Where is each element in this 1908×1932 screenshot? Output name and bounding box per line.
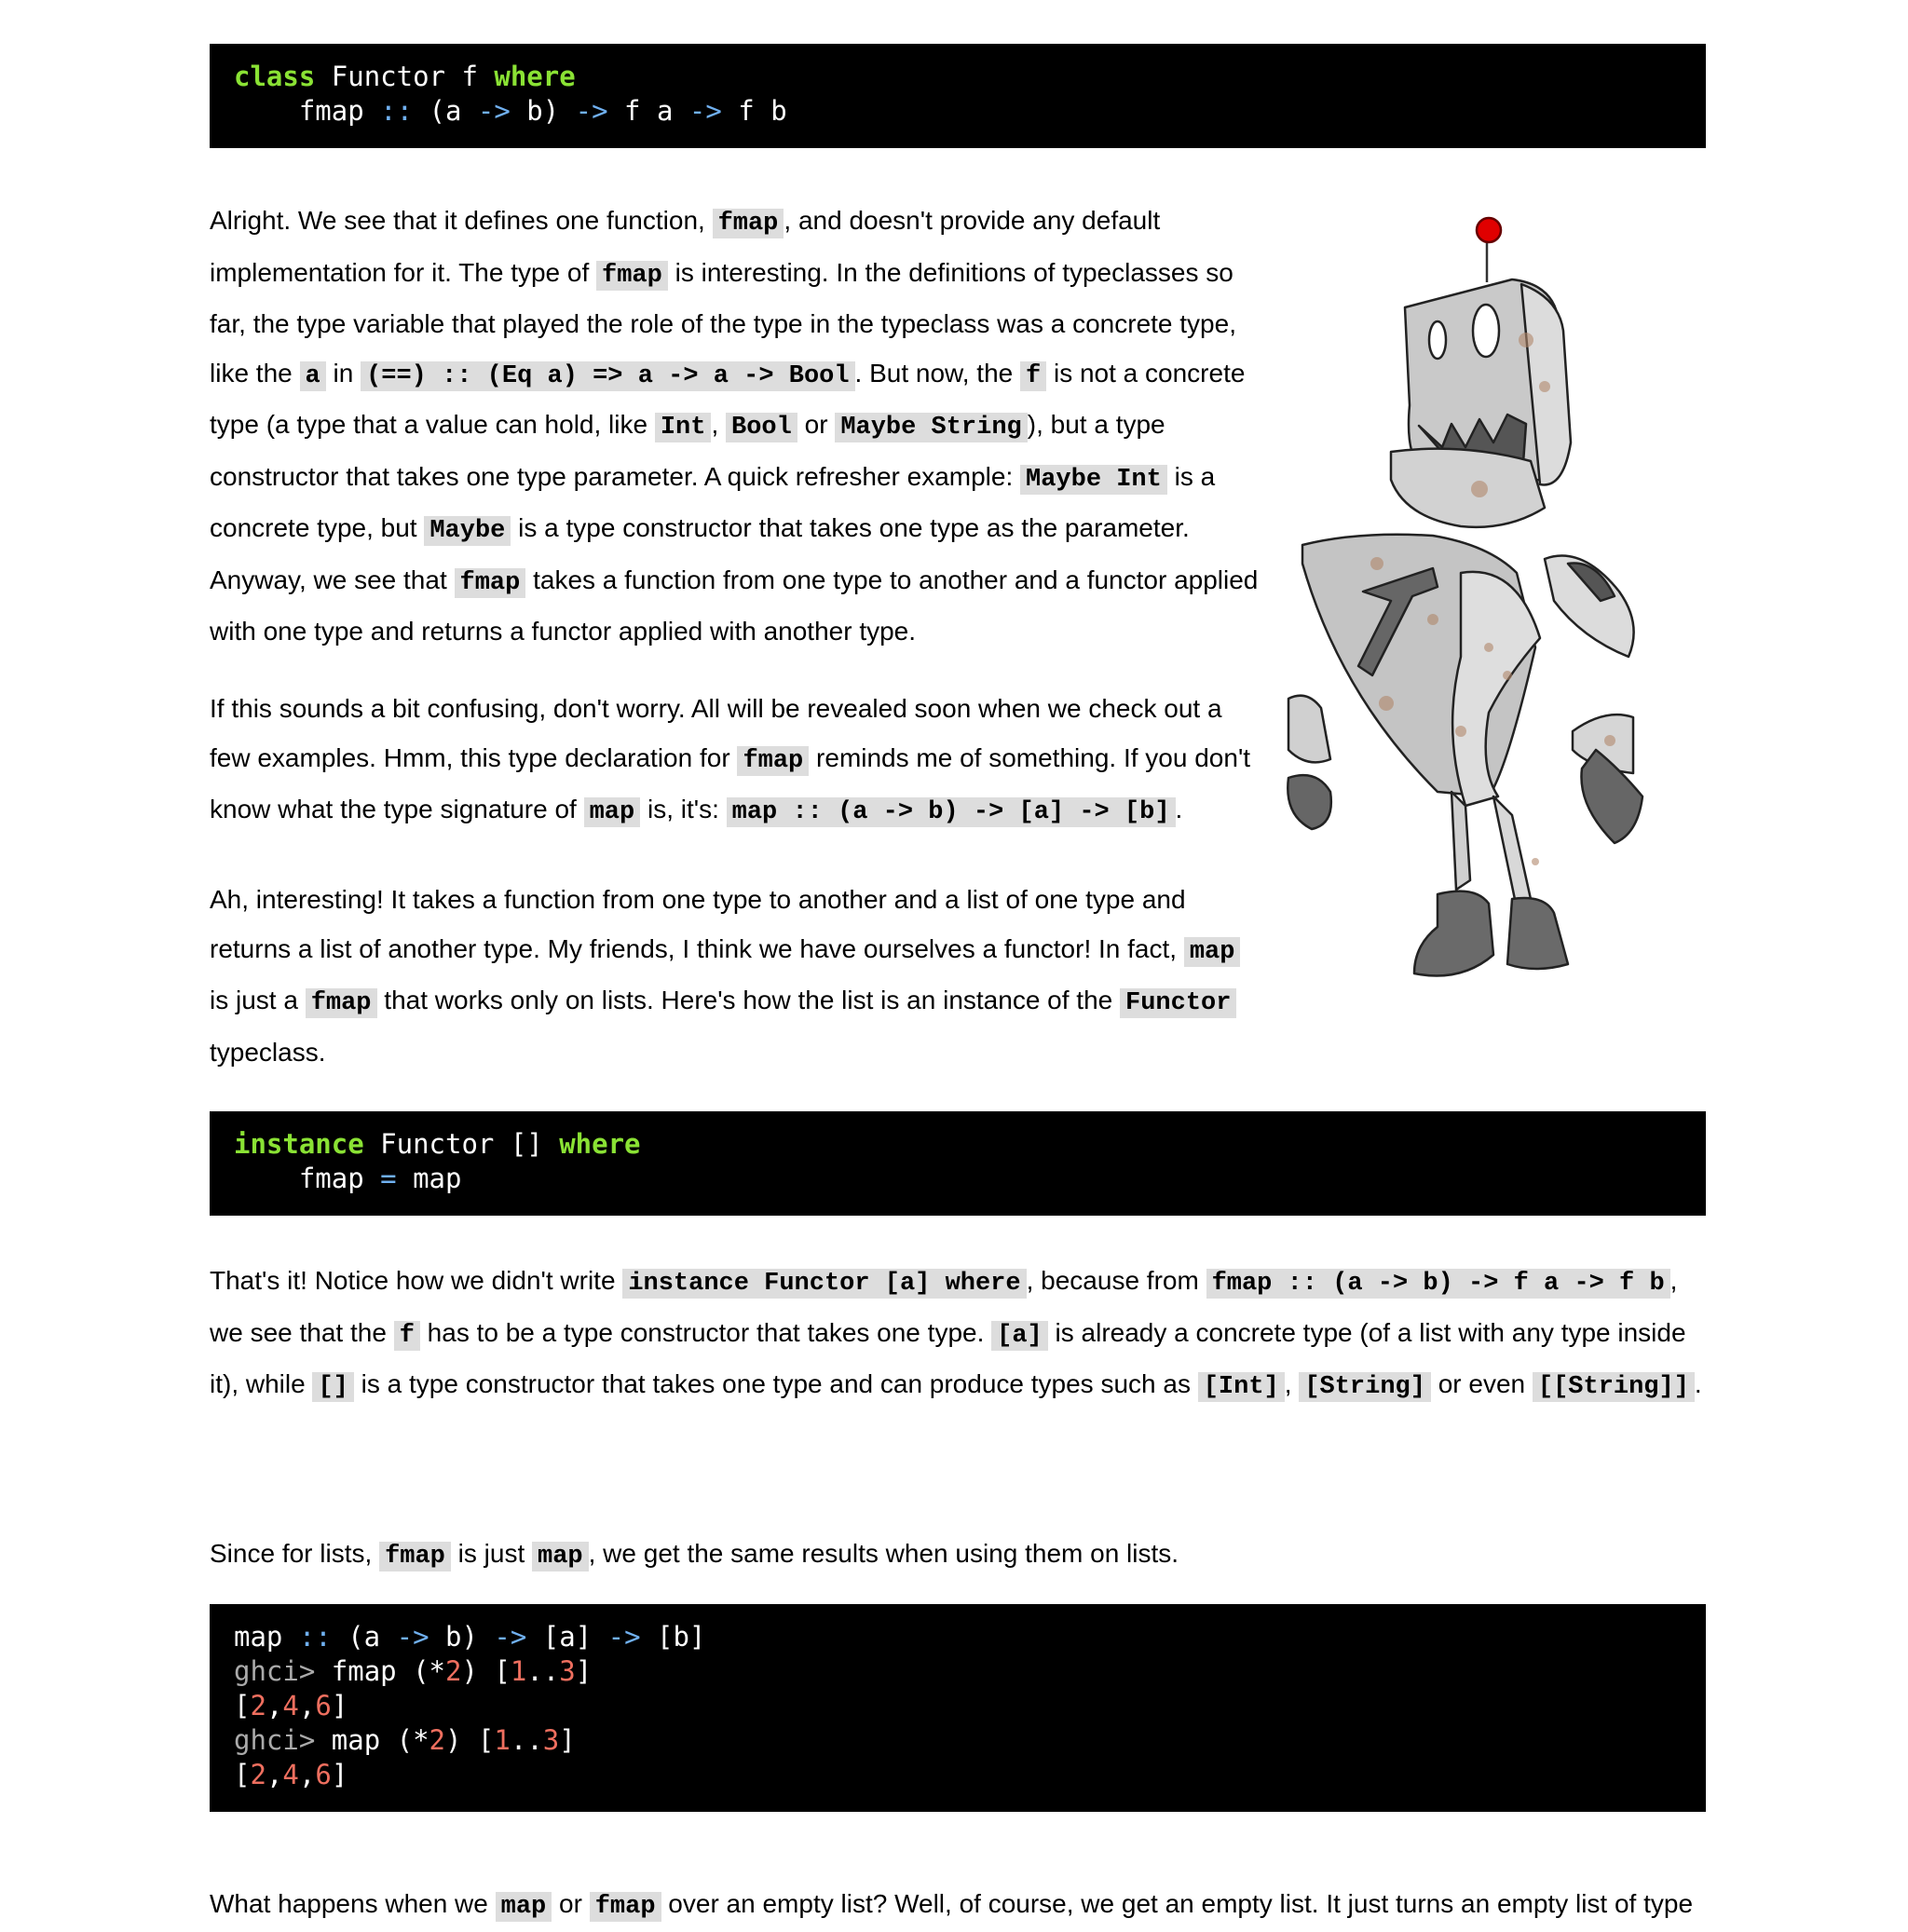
inline-code: a	[299, 361, 326, 391]
code-line: fmap = map	[234, 1163, 462, 1194]
code-line: map :: (a -> b) -> [a] -> [b]	[234, 1621, 706, 1653]
code-block-list-instance: instance Functor [] where fmap = map	[210, 1111, 1706, 1216]
inline-code: fmap	[379, 1542, 451, 1571]
paragraph-same-results: Since for lists, fmap is just map, we ge…	[210, 1539, 1179, 1571]
paragraph-map-functor: Ah, interesting! It takes a function fro…	[210, 876, 1262, 1077]
inline-code: fmap	[454, 567, 526, 598]
inline-code: []	[312, 1372, 354, 1402]
inline-code: Functor	[1120, 988, 1237, 1018]
inline-code: fmap	[737, 745, 810, 776]
code-line: class Functor f where	[234, 61, 576, 92]
code-block-functor-class: class Functor f where fmap :: (a -> b) -…	[210, 44, 1706, 148]
robot-illustration	[1287, 216, 1644, 977]
code-line: ghci> map (*2) [1..3]	[234, 1724, 576, 1756]
inline-code: f	[393, 1320, 420, 1351]
inline-code: Maybe String	[835, 413, 1028, 442]
inline-code: map	[495, 1892, 552, 1922]
inline-code: map :: (a -> b) -> [a] -> [b]	[726, 797, 1176, 827]
inline-code: map	[532, 1542, 589, 1571]
inline-code: instance Functor [a] where	[622, 1269, 1027, 1299]
inline-code: Maybe	[424, 516, 511, 546]
inline-code: [Int]	[1197, 1372, 1285, 1402]
inline-code: fmap	[589, 1892, 661, 1922]
inline-code: fmap :: (a -> b) -> f a -> f b	[1206, 1269, 1670, 1299]
inline-code: Bool	[726, 413, 797, 442]
inline-code: [String]	[1299, 1372, 1431, 1402]
code-line: fmap :: (a -> b) -> f a -> f b	[234, 95, 787, 127]
paragraph-confusing: If this sounds a bit confusing, don't wo…	[210, 694, 1251, 827]
inline-code: map	[1183, 936, 1241, 967]
code-line: [2,4,6]	[234, 1759, 348, 1790]
code-line: instance Functor [] where	[234, 1128, 641, 1160]
inline-code: fmap	[596, 260, 668, 291]
code-line: [2,4,6]	[234, 1690, 348, 1721]
inline-code: Maybe Int	[1020, 464, 1167, 495]
paragraph-thats-it: That's it! Notice how we didn't write in…	[210, 1266, 1702, 1402]
inline-code: (==) :: (Eq a) => a -> a -> Bool	[361, 361, 855, 391]
inline-code: f	[1020, 361, 1047, 391]
inline-code: map	[583, 797, 641, 827]
code-block-ghci-example: map :: (a -> b) -> [a] -> [b] ghci> fmap…	[210, 1604, 1706, 1812]
paragraph-empty-list: What happens when we map or fmap over an…	[210, 1889, 1694, 1922]
paragraph-fmap-intro: Alright. We see that it defines one func…	[210, 206, 1259, 646]
inline-code: [[String]]	[1532, 1372, 1695, 1402]
inline-code: [a]	[991, 1320, 1048, 1351]
inline-code: fmap	[305, 988, 377, 1018]
inline-code: Int	[654, 413, 712, 442]
inline-code: fmap	[712, 209, 784, 238]
code-line: ghci> fmap (*2) [1..3]	[234, 1655, 593, 1687]
